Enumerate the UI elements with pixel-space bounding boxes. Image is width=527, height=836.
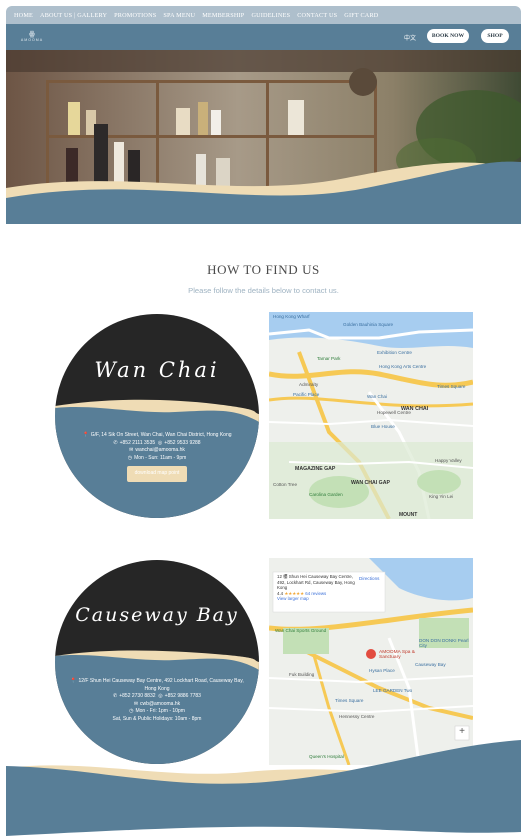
nav-spa-menu[interactable]: SPA MENU [163,12,195,19]
logo-mark: ꙮ [28,30,36,38]
location-name: Wan Chai [94,358,220,382]
map-label: Causeway Bay [415,662,446,667]
email-text[interactable]: wanchai@amooma.hk [135,447,185,453]
address-text: 12/F Shun Hei Causeway Bay Centre, 492 L… [78,678,244,692]
map-label: Hennessy Centre [339,714,375,719]
address-text: G/F, 14 Sik On Street, Wan Chai, Wan Cha… [90,432,232,438]
phone-icon: ✆ [113,693,118,700]
location-pin-icon: 📍 [70,678,77,684]
logo-wordmark: AMOOMA [20,38,44,42]
map-label: MOUNT [399,512,418,518]
clock-icon: ◷ [129,708,134,715]
phone-text[interactable]: +852 2111 3535 [120,440,156,446]
nav-contact-us[interactable]: CONTACT US [297,12,337,19]
nav-about-gallery[interactable]: ABOUT US | GALLERY [40,12,107,19]
map-label: Exhibition Centre [377,350,412,355]
map-causeway-bay[interactable]: 12 樓 Shun Hei Causeway Bay Centre, 492, … [269,558,473,765]
hours-text: Mon - Fri: 1pm - 10pm [135,708,185,715]
map-info-card: 12 樓 Shun Hei Causeway Bay Centre, 492, … [277,574,357,602]
map-label: Admiralty [299,382,319,387]
clock-icon: ◷ [127,454,133,461]
mail-icon: ✉ [129,447,134,454]
phone-text[interactable]: +852 2730 8832 [119,693,155,699]
header-bar: ꙮ AMOOMA 中文 BOOK NOW SHOP [6,24,521,50]
section-subtitle: Please follow the details below to conta… [188,286,339,295]
address-row: 📍 G/F, 14 Sik On Street, Wan Chai, Wan Ch… [69,432,245,440]
hours-row: ◷ Mon - Fri: 1pm - 10pm [69,708,245,716]
map-label: Pacific Place [293,392,320,397]
email-row: ✉ wanchai@amooma.hk [69,447,245,455]
phone-icon: ✆ [113,439,118,446]
nav-promotions[interactable]: PROMOTIONS [114,12,156,19]
map-label: Hysan Place [369,668,395,673]
location-info: 📍 12/F Shun Hei Causeway Bay Centre, 492 … [69,678,245,724]
whatsapp-text[interactable]: +852 9886 7783 [165,693,201,699]
location-name: Causeway Bay [75,604,239,626]
map-label: Wan Chai [367,394,387,399]
map-label: King Yin Lei [429,494,454,499]
map-wanchai[interactable]: Hong Kong Wharf Golden Bauhinia Square E… [269,312,473,519]
language-switch[interactable]: 中文 [404,33,416,42]
map-label: Hong Kong Arts Centre [379,364,427,369]
book-now-button[interactable]: BOOK NOW [427,29,469,43]
hours-row: ◷ Mon - Sun: 11am - 9pm [69,455,245,463]
map-label: AMOOMA Spa & Sanctuary [379,650,415,660]
top-nav: HOME ABOUT US | GALLERY PROMOTIONS SPA M… [6,6,521,24]
view-larger-map-link[interactable]: View larger map [277,596,357,602]
whatsapp-icon: ◎ [158,693,163,700]
map-label: Times Square [437,384,466,389]
nav-gift-card[interactable]: GIFT CARD [344,12,378,19]
footer-wave [6,740,521,836]
map-label: Hong Kong Wharf [273,314,310,319]
map-label: MAGAZINE GAP [295,466,336,472]
map-label: Times Square [335,698,364,703]
map-label: Cotton Tree [273,482,298,487]
map-label: Fuk Building [289,672,315,677]
location-pin-icon: 📍 [82,432,89,438]
email-row: ✉ cwb@amooma.hk [69,701,245,709]
nav-home[interactable]: HOME [14,12,33,19]
location-info: 📍 G/F, 14 Sik On Street, Wan Chai, Wan Ch… [69,432,245,482]
shop-button[interactable]: SHOP [481,29,509,43]
hours-row: Sat, Sun & Public Holidays: 10am - 8pm [112,715,202,722]
map-label: Wan Chai Sports Ground [275,628,327,633]
mail-icon: ✉ [133,700,139,707]
map-label: Tamar Park [317,356,341,361]
map-label: Carolina Garden [309,492,343,497]
whatsapp-text[interactable]: +852 9533 9288 [164,440,200,446]
whatsapp-icon: ◎ [157,439,163,446]
map-label: LEE GARDEN Two [373,688,413,693]
map-label: Blue House [371,424,395,429]
reviews-link[interactable]: 64 reviews [305,591,326,596]
phone-row: ✆ +852 2730 8832 ◎ +852 9886 7783 [69,693,245,701]
section-title: HOW TO FIND US [207,262,320,277]
map-zoom-in-button[interactable]: + [456,726,468,738]
map-label: WAN CHAI GAP [351,480,390,486]
nav-guidelines[interactable]: GUIDELINES [251,12,290,19]
location-card-causeway-bay: Causeway Bay 📍 12/F Shun Hei Causeway Bay… [55,560,259,764]
map-label: DON DON DONKI Pearl City [419,638,469,648]
rating-stars-icon: ★★★★★ [284,590,305,596]
hours-text: Mon - Sun: 11am - 9pm [134,454,187,461]
map-label: Happy Valley [435,458,462,463]
map-card-address: 12 樓 Shun Hei Causeway Bay Centre, 492, … [277,574,355,591]
logo[interactable]: ꙮ AMOOMA [20,30,44,43]
phone-row: ✆ +852 2111 3535 ◎ +852 9533 9288 [69,440,245,448]
email-text[interactable]: cwb@amooma.hk [140,701,180,707]
map-label: WAN CHAI [401,406,429,412]
hero-image [6,50,521,224]
location-card-wanchai: Wan Chai 📍 G/F, 14 Sik On Street, Wan Cha… [55,314,259,518]
address-row: 📍 12/F Shun Hei Causeway Bay Centre, 492 … [69,678,245,693]
map-label: Golden Bauhinia Square [343,322,394,327]
download-map-button[interactable]: download map point [126,466,188,482]
nav-membership[interactable]: MEMBERSHIP [202,12,244,19]
directions-link[interactable]: Directions [359,576,379,581]
